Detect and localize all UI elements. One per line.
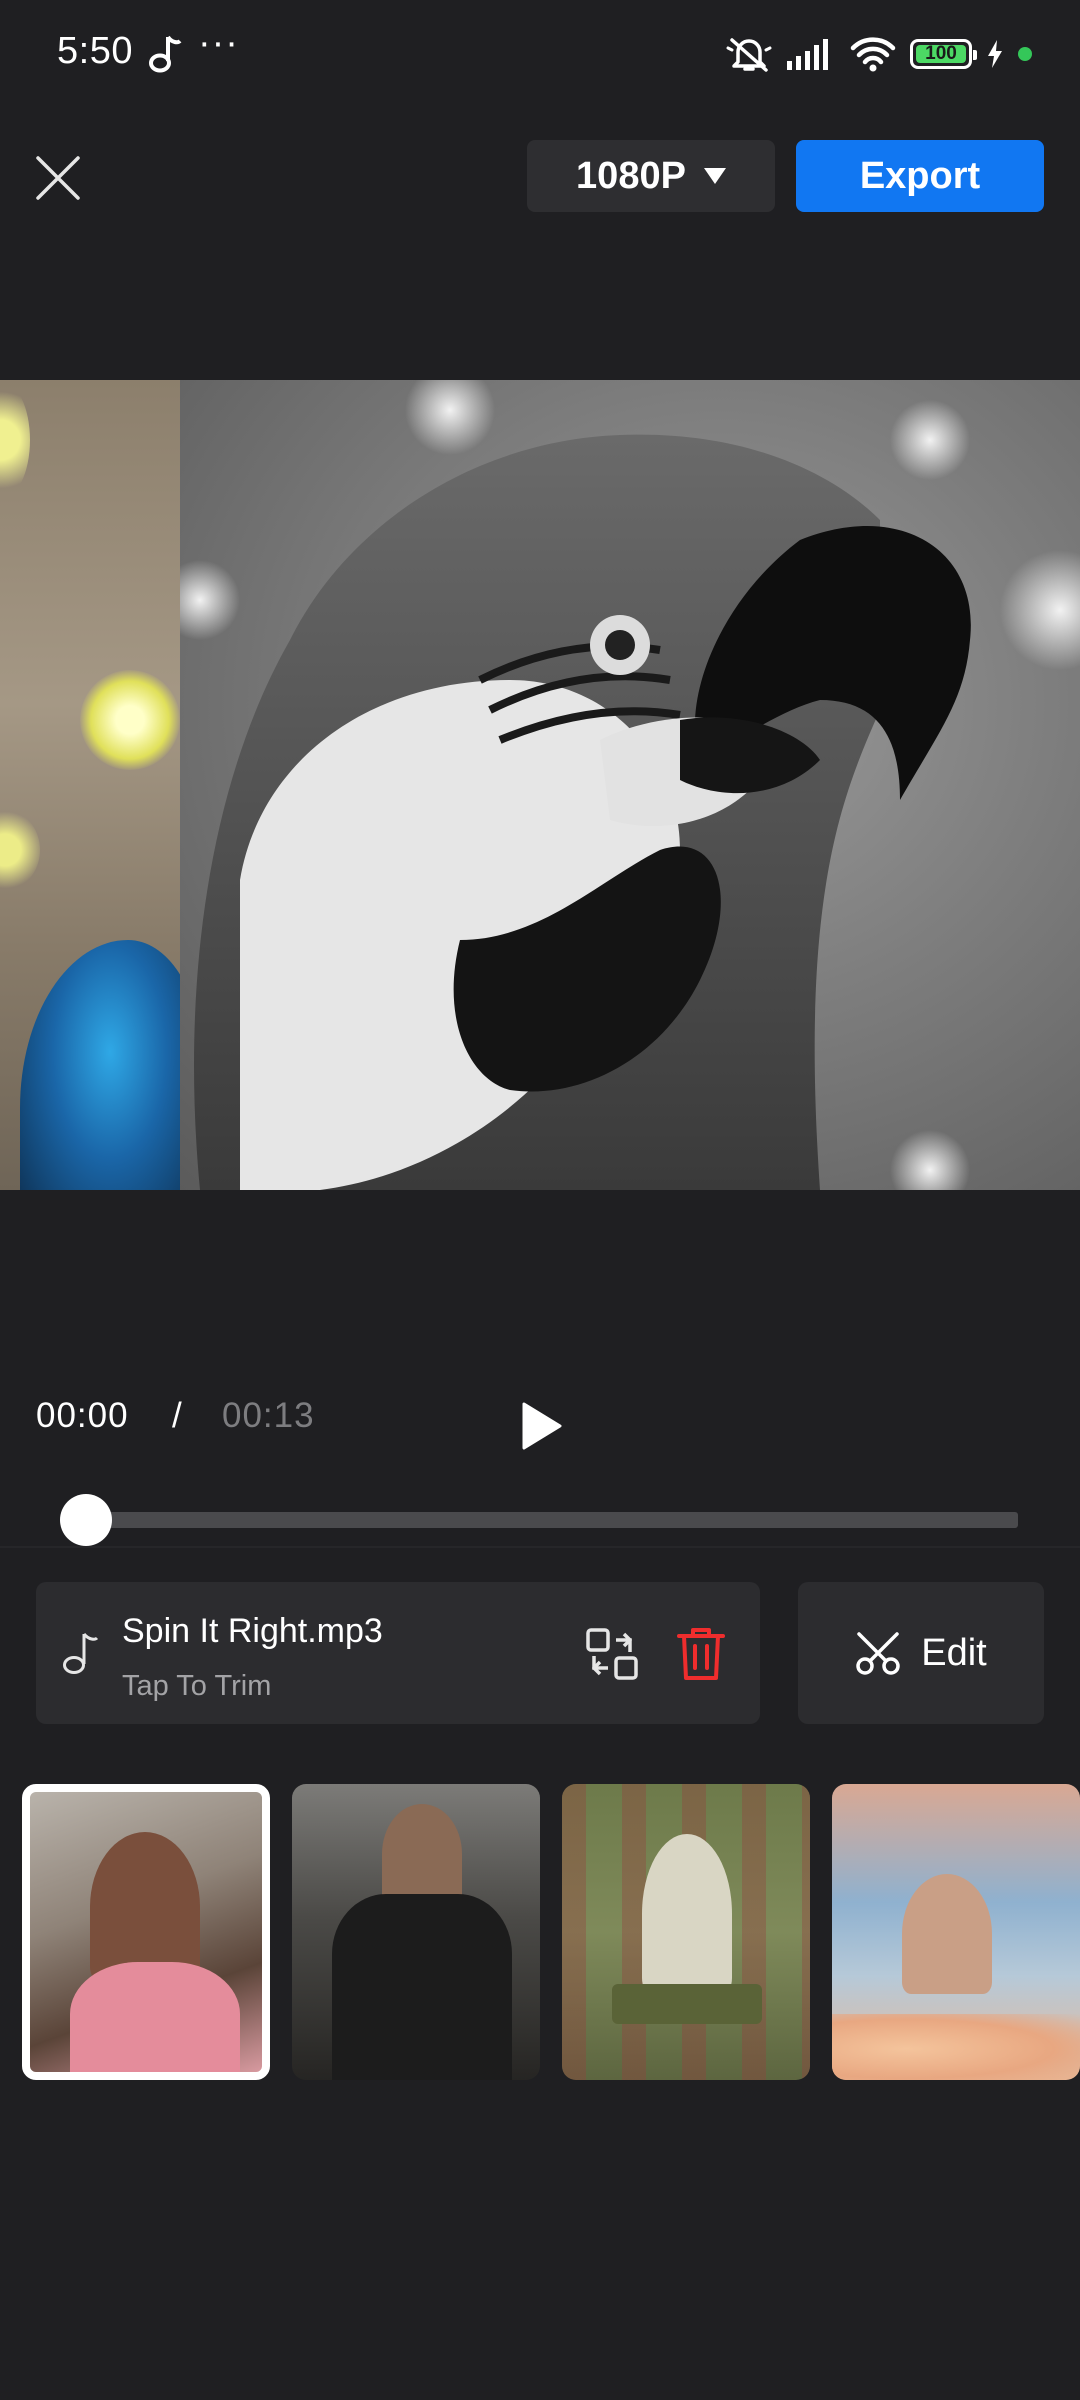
parrot-image	[160, 380, 1080, 1190]
delete-music-button[interactable]	[676, 1626, 726, 1682]
play-button[interactable]	[510, 1396, 570, 1456]
music-trim-hint: Tap To Trim	[122, 1670, 272, 1702]
music-track-card[interactable]: Spin It Right.mp3 Tap To Trim	[36, 1582, 760, 1724]
close-button[interactable]	[28, 148, 88, 208]
edit-button[interactable]: Edit	[798, 1582, 1044, 1724]
export-button[interactable]: Export	[796, 140, 1044, 212]
time-separator: /	[172, 1396, 182, 1435]
video-editor-screen: 5:50 ··· 100 1080P Export 00:00 / 00:13 …	[0, 0, 1080, 2400]
music-note-icon	[63, 1632, 99, 1674]
resolution-value: 1080P	[576, 154, 686, 197]
status-bar: 5:50 ··· 100	[0, 0, 1080, 110]
charging-icon	[988, 40, 1002, 68]
edit-label: Edit	[921, 1631, 987, 1674]
panel-divider	[0, 1546, 1080, 1548]
progress-thumb[interactable]	[60, 1494, 112, 1546]
current-time: 00:00	[36, 1396, 129, 1435]
clip-thumbnail-strip	[0, 1784, 1080, 2084]
music-title: Spin It Right.mp3	[122, 1612, 383, 1650]
wifi-icon	[850, 37, 896, 72]
clip-thumbnail[interactable]	[562, 1784, 810, 2080]
previous-clip-frame	[0, 380, 200, 1190]
clip-thumbnail[interactable]	[292, 1784, 540, 2080]
clip-thumbnail[interactable]	[22, 1784, 270, 2080]
clip-thumbnail[interactable]	[832, 1784, 1080, 2080]
video-preview[interactable]	[0, 380, 1080, 1190]
signal-icon	[787, 39, 828, 70]
caret-down-icon	[703, 168, 726, 184]
privacy-indicator-dot	[1018, 47, 1032, 61]
mute-icon	[726, 38, 772, 72]
total-time: 00:13	[222, 1396, 315, 1435]
replace-music-button[interactable]	[584, 1626, 640, 1682]
more-notifications-icon: ···	[198, 22, 239, 64]
scissors-icon	[856, 1632, 900, 1675]
battery-icon: 100	[910, 39, 977, 69]
resolution-dropdown[interactable]: 1080P	[527, 140, 775, 212]
status-icons: 100	[726, 30, 1032, 78]
battery-level: 100	[925, 43, 957, 64]
music-note-icon	[149, 35, 182, 73]
status-time: 5:50	[57, 30, 133, 72]
progress-track[interactable]	[84, 1512, 1018, 1528]
